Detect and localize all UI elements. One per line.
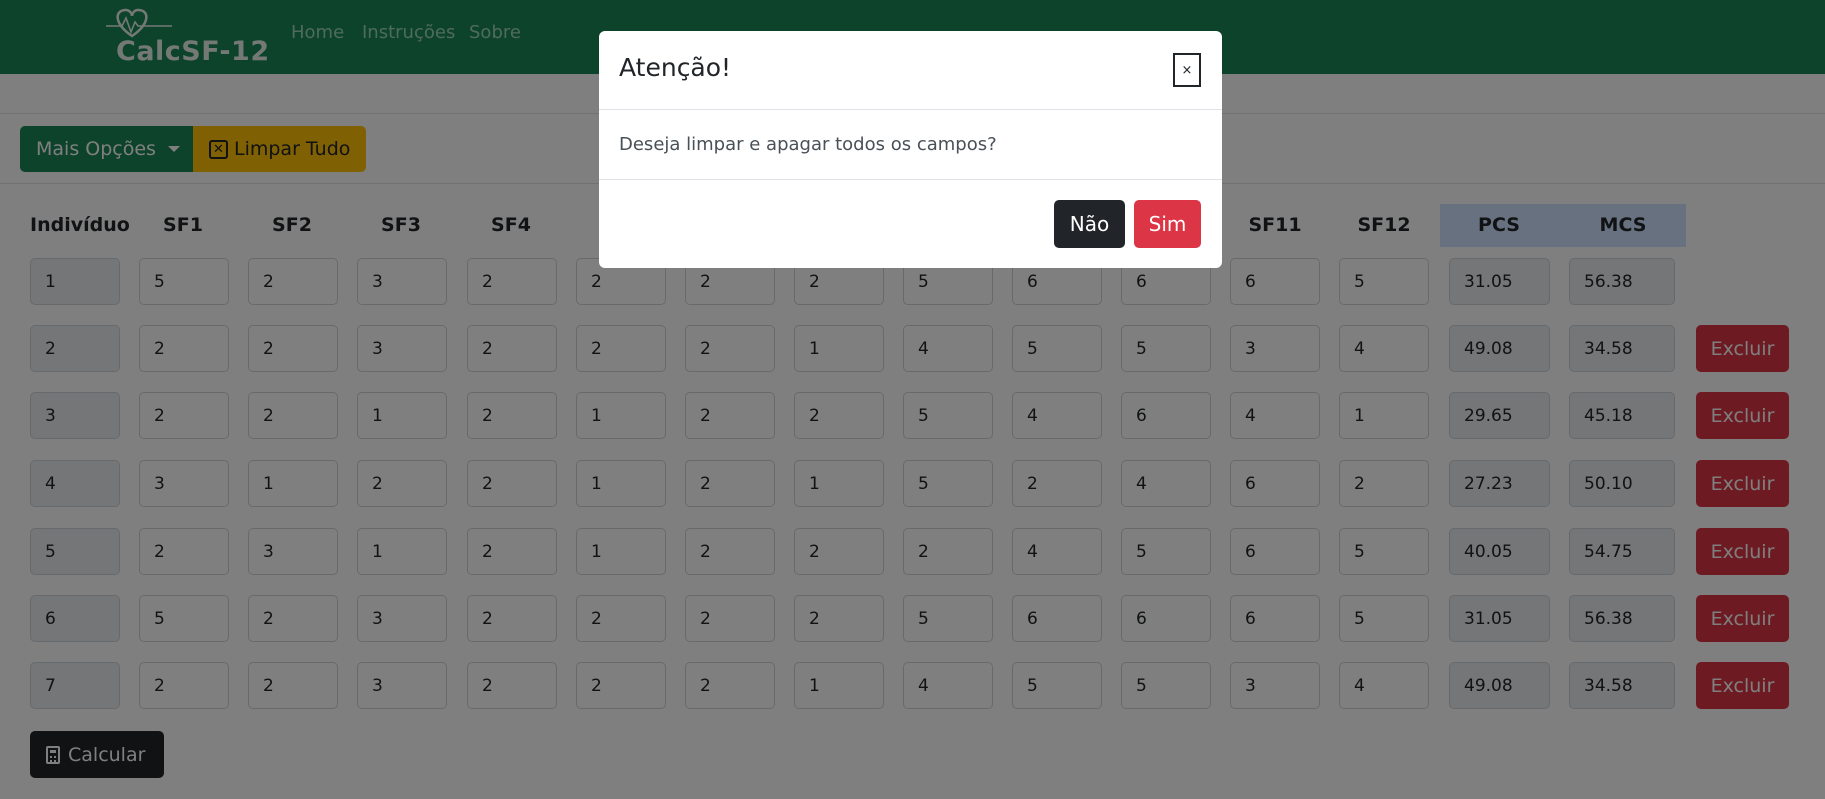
modal-message: Deseja limpar e apagar todos os campos?	[619, 134, 997, 155]
no-button[interactable]: Não	[1054, 200, 1125, 248]
modal-footer	[599, 179, 1222, 268]
modal-title: Atenção!	[619, 53, 732, 82]
yes-button[interactable]: Sim	[1134, 200, 1201, 248]
close-icon[interactable]: ×	[1173, 53, 1201, 87]
confirm-modal: Atenção! × Deseja limpar e apagar todos …	[599, 31, 1222, 268]
modal-header: Atenção! ×	[599, 31, 1222, 110]
